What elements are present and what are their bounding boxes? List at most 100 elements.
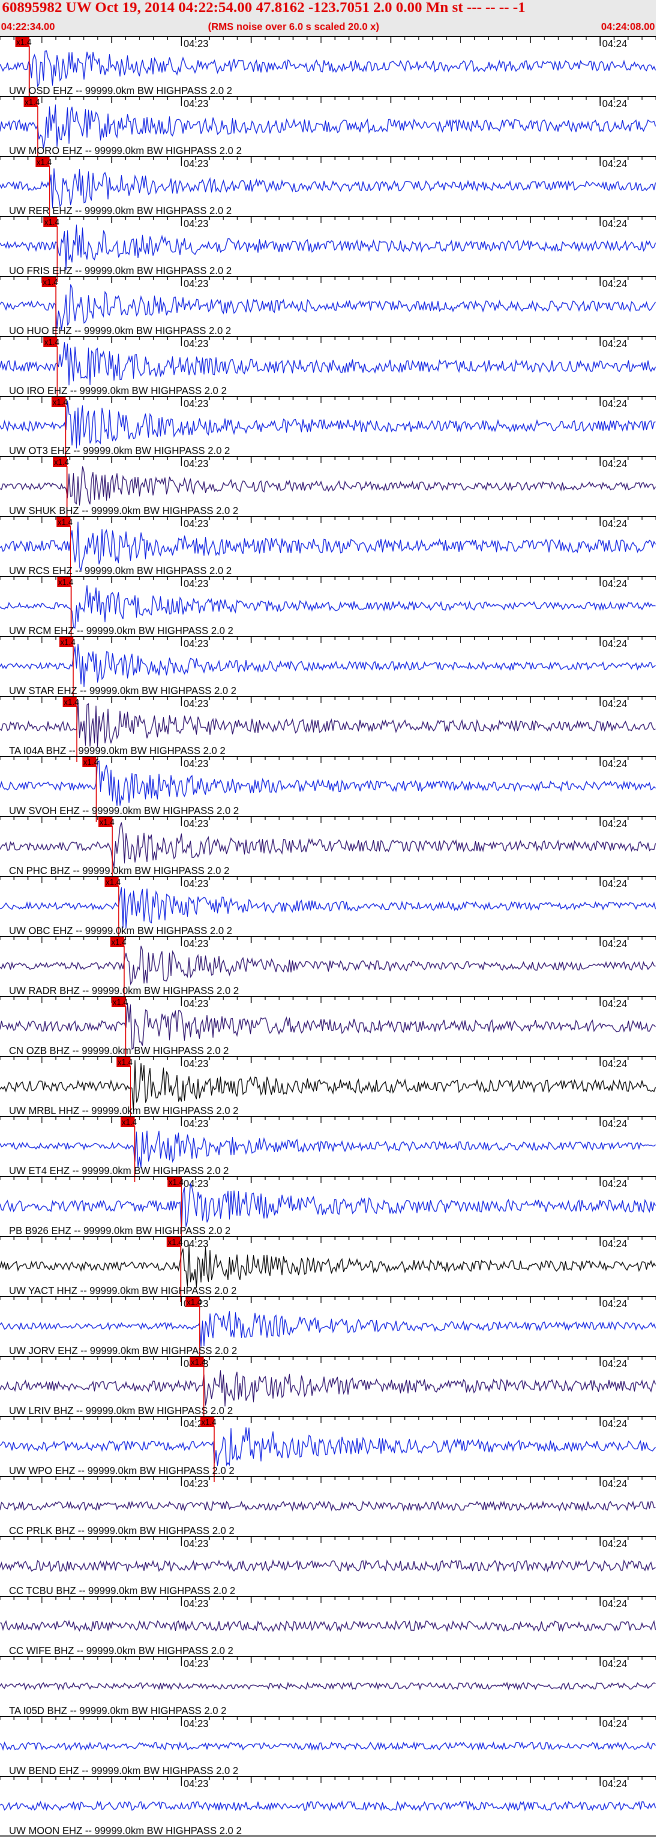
waveform-trace (0, 887, 656, 929)
pick-flag-label: x1.4 (168, 1238, 184, 1247)
waveform-trace (0, 284, 656, 330)
time-tick-label: 04:24 (602, 219, 627, 230)
waveform-trace (0, 643, 656, 688)
time-tick-label: 04:24 (602, 699, 627, 710)
pick-flag-label: x1.4 (187, 1298, 203, 1307)
pick-flag-label: x1.4 (16, 38, 32, 47)
time-tick-label: 04:24 (602, 519, 627, 530)
time-tick-label: 04:24 (602, 1779, 627, 1790)
time-tick-label: 04:23 (183, 879, 208, 890)
pick-flag-label: x1.4 (201, 1418, 217, 1427)
waveform-trace (0, 945, 656, 986)
time-tick-label: 04:24 (602, 339, 627, 350)
pick-flag-label: x1.4 (111, 938, 127, 947)
time-tick-label: 04:23 (183, 759, 208, 770)
time-tick-label: 04:23 (183, 39, 208, 50)
trace-label: CN OZB BHZ -- 99999.0km BW HIGHPASS 2.0 … (9, 1046, 229, 1057)
waveform-trace (0, 1183, 656, 1230)
header-bar: 60895982 UW Oct 19, 2014 04:22:54.00 47.… (0, 0, 656, 36)
time-tick-label: 04:23 (183, 579, 208, 590)
trace-label: UW OT3 EHZ -- 99999.0km BW HIGHPASS 2.0 … (9, 446, 230, 457)
waveform-trace (0, 521, 656, 573)
waveform-trace (0, 1244, 656, 1288)
time-tick-label: 04:24 (602, 879, 627, 890)
end-time: 04:24:08.00 (601, 22, 655, 33)
pick-flag-label: x1.4 (43, 278, 59, 287)
pick-flag-label: x1.4 (53, 398, 69, 407)
time-tick-label: 04:23 (183, 1119, 208, 1130)
pick-flag-label: x1.4 (44, 338, 60, 347)
pick-flag-label: x1.4 (113, 998, 129, 1007)
trace-label: UW JORV EHZ -- 99999.0km BW HIGHPASS 2.0… (9, 1346, 237, 1357)
time-tick-label: 04:23 (183, 339, 208, 350)
trace-label: UW RCM EHZ -- 99999.0km BW HIGHPASS 2.0 … (9, 626, 234, 637)
trace-label: CC PRLK BHZ -- 99999.0km BW HIGHPASS 2.0… (9, 1526, 235, 1537)
trace-label: UW YACT HHZ -- 99999.0km BW HIGHPASS 2.0… (9, 1286, 237, 1297)
waveform-trace (0, 1311, 656, 1347)
time-tick-label: 04:24 (602, 1119, 627, 1130)
trace-label: UW MORO EHZ -- 99999.0km BW HIGHPASS 2.0… (9, 146, 242, 157)
trace-label: UW LRIV BHZ -- 99999.0km BW HIGHPASS 2.0… (9, 1406, 233, 1417)
trace-label: CN PHC BHZ -- 99999.0km BW HIGHPASS 2.0 … (9, 866, 230, 877)
waveform-trace (0, 342, 656, 386)
time-tick-label: 04:24 (602, 579, 627, 590)
pick-flag-label: x1.4 (58, 578, 74, 587)
waveform-trace (0, 466, 656, 506)
waveform-trace (0, 1427, 656, 1467)
waveform-trace (0, 50, 656, 88)
waveform-trace (0, 585, 656, 629)
time-tick-label: 04:24 (602, 39, 627, 50)
waveform-trace (0, 1002, 656, 1050)
time-tick-label: 04:23 (183, 1719, 208, 1730)
pick-flag-label: x1.4 (106, 878, 122, 887)
trace-label: UW WPO EHZ -- 99999.0km BW HIGHPASS 2.0 … (9, 1466, 235, 1477)
trace-label: UW ET4 EHZ -- 99999.0km BW HIGHPASS 2.0 … (9, 1166, 229, 1177)
time-tick-label: 04:23 (183, 1539, 208, 1550)
waveform-trace (0, 1130, 656, 1168)
trace-label: UW SHUK BHZ -- 99999.0km BW HIGHPASS 2.0… (9, 506, 239, 517)
pick-flag-label: x1.4 (83, 758, 99, 767)
waveform-trace (0, 1741, 656, 1751)
time-tick-label: 04:23 (183, 639, 208, 650)
time-tick-label: 04:23 (183, 519, 208, 530)
trace-label: UO HUO EHZ -- 99999.0km BW HIGHPASS 2.0 … (9, 326, 232, 337)
waveform-trace (0, 1060, 656, 1112)
event-title: 60895982 UW Oct 19, 2014 04:22:54.00 47.… (2, 0, 526, 16)
trace-label: TA I05D BHZ -- 99999.0km BW HIGHPASS 2.0… (9, 1706, 227, 1717)
trace-label: UW BEND EHZ -- 99999.0km BW HIGHPASS 2.0… (9, 1766, 239, 1777)
pick-flag-label: x1.4 (54, 458, 70, 467)
time-tick-label: 04:24 (602, 1359, 627, 1370)
pick-flag-label: x1.4 (37, 158, 53, 167)
trace-label: UW OSD EHZ -- 99999.0km BW HIGHPASS 2.0 … (9, 86, 233, 97)
pick-flag-label: x1.4 (25, 98, 41, 107)
seismogram-plot: 04:23 04:24x1.4UW OSD EHZ -- 99999.0km BW… (0, 36, 656, 1837)
trace-label: UW SVOH EHZ -- 99999.0km BW HIGHPASS 2.0… (9, 806, 239, 817)
pick-flag-label: x1.4 (118, 1058, 134, 1067)
time-tick-label: 04:23 (183, 459, 208, 470)
time-tick-label: 04:23 (183, 819, 208, 830)
trace-label: UW STAR EHZ -- 99999.0km BW HIGHPASS 2.0… (9, 686, 237, 697)
time-tick-label: 04:24 (602, 939, 627, 950)
time-tick-label: 04:24 (602, 1299, 627, 1310)
waveform-trace (0, 822, 656, 868)
waveform-trace (0, 224, 656, 271)
time-tick-label: 04:24 (602, 1059, 627, 1070)
start-time: 04:22:34.00 (1, 22, 55, 33)
time-tick-label: 04:23 (183, 399, 208, 410)
time-tick-label: 04:24 (602, 819, 627, 830)
time-tick-label: 04:23 (183, 159, 208, 170)
time-tick-label: 04:24 (602, 999, 627, 1010)
trace-label: UW RCS EHZ -- 99999.0km BW HIGHPASS 2.0 … (9, 566, 232, 577)
time-tick-label: 04:23 (183, 1059, 208, 1070)
trace-label: PB B926 EHZ -- 99999.0km BW HIGHPASS 2.0… (9, 1226, 231, 1237)
time-tick-label: 04:23 (183, 1779, 208, 1790)
trace-label: UO IRO EHZ -- 99999.0km BW HIGHPASS 2.0 … (9, 386, 227, 397)
time-tick-label: 04:24 (602, 1599, 627, 1610)
waveform-trace (0, 168, 656, 209)
time-tick-label: 04:24 (602, 1539, 627, 1550)
time-tick-label: 04:24 (602, 759, 627, 770)
time-tick-label: 04:24 (602, 1419, 627, 1430)
trace-label: UW MRBL HHZ -- 99999.0km BW HIGHPASS 2.0… (9, 1106, 239, 1117)
pick-flag-label: x1.4 (44, 218, 60, 227)
trace-label: UW RER EHZ -- 99999.0km BW HIGHPASS 2.0 … (9, 206, 232, 217)
